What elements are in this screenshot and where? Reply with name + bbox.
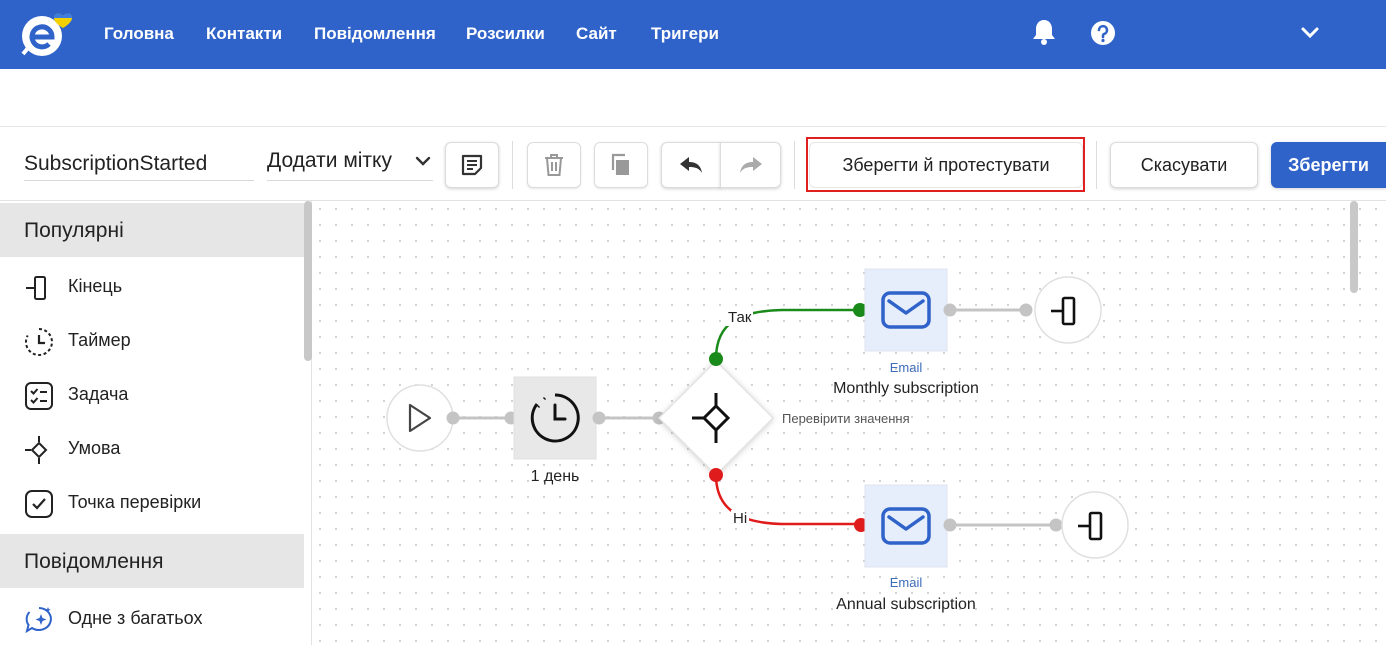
palette-item-label: Задача bbox=[68, 384, 129, 404]
nav-home[interactable]: Головна bbox=[104, 24, 174, 44]
notes-button[interactable] bbox=[445, 142, 499, 188]
email-node-monthly[interactable] bbox=[864, 268, 948, 352]
sidebar-scrollbar[interactable] bbox=[304, 201, 312, 361]
palette-item-condition[interactable]: Умова bbox=[0, 421, 304, 475]
no-branch-label: Ні bbox=[731, 510, 750, 527]
output-port[interactable] bbox=[446, 411, 460, 425]
email-node-label: Annual subscription bbox=[836, 596, 976, 613]
sparkle-chat-icon bbox=[25, 607, 52, 634]
top-navigation: Головна Контакти Повідомлення Розсилки С… bbox=[0, 0, 1386, 69]
help-icon[interactable] bbox=[1090, 20, 1116, 46]
nav-campaigns[interactable]: Розсилки bbox=[466, 24, 545, 44]
editor-toolbar: Додати мітку Зберегти й протестувати bbox=[0, 127, 1386, 201]
chevron-down-icon bbox=[415, 156, 431, 166]
timer-node[interactable] bbox=[513, 376, 597, 460]
delete-button[interactable] bbox=[527, 142, 581, 188]
save-and-test-button[interactable]: Зберегти й протестувати bbox=[809, 142, 1083, 188]
copy-icon bbox=[611, 153, 629, 175]
flow-name-input[interactable] bbox=[24, 147, 254, 181]
palette-item-task[interactable]: Задача bbox=[0, 367, 304, 421]
undo-icon bbox=[680, 157, 702, 173]
save-label: Зберегти bbox=[1288, 154, 1369, 175]
yes-port[interactable] bbox=[709, 352, 723, 366]
cancel-label: Скасувати bbox=[1140, 154, 1228, 175]
node-palette: Популярні Кінець Таймер Задача Умова Точ… bbox=[0, 201, 312, 645]
palette-item-label: Таймер bbox=[68, 330, 131, 350]
input-port[interactable] bbox=[1019, 303, 1033, 317]
output-port[interactable] bbox=[592, 411, 606, 425]
add-tag-dropdown[interactable]: Додати мітку bbox=[267, 147, 433, 181]
toolbar-divider bbox=[794, 141, 795, 189]
email-node-label: Monthly subscription bbox=[833, 380, 979, 397]
copy-button[interactable] bbox=[594, 142, 648, 188]
task-icon bbox=[25, 382, 53, 410]
canvas-scrollbar[interactable] bbox=[1350, 201, 1358, 293]
toolbar-divider bbox=[1096, 141, 1097, 189]
chevron-down-icon[interactable] bbox=[1300, 26, 1320, 40]
section-messages[interactable]: Повідомлення bbox=[0, 534, 304, 588]
timer-icon bbox=[24, 328, 53, 356]
output-port[interactable] bbox=[943, 303, 957, 317]
cancel-button[interactable]: Скасувати bbox=[1110, 142, 1258, 188]
nav-messages[interactable]: Повідомлення bbox=[314, 24, 436, 44]
email-type-label: Email bbox=[889, 575, 923, 590]
email-type-label: Email bbox=[889, 360, 923, 375]
condition-node[interactable] bbox=[657, 359, 775, 477]
palette-item-timer[interactable]: Таймер bbox=[0, 313, 304, 367]
save-and-test-label: Зберегти й протестувати bbox=[842, 154, 1050, 175]
palette-item-end[interactable]: Кінець bbox=[0, 259, 304, 313]
end-node-top[interactable] bbox=[1034, 276, 1102, 344]
undo-button[interactable] bbox=[661, 142, 721, 188]
note-icon bbox=[461, 154, 483, 176]
input-port[interactable] bbox=[1049, 518, 1063, 532]
toolbar-divider bbox=[512, 141, 513, 189]
nav-triggers[interactable]: Тригери bbox=[651, 24, 719, 44]
output-port[interactable] bbox=[943, 518, 957, 532]
nav-site[interactable]: Сайт bbox=[576, 24, 617, 44]
trash-icon bbox=[545, 154, 563, 176]
flow-canvas[interactable]: 1 день Так Ні Перевірити значення Email … bbox=[312, 201, 1386, 645]
palette-item-label: Одне з багатьох bbox=[68, 608, 203, 628]
nav-contacts[interactable]: Контакти bbox=[206, 24, 282, 44]
palette-item-one-of-many[interactable]: Одне з багатьох bbox=[0, 591, 304, 645]
esputnik-logo[interactable] bbox=[20, 10, 86, 60]
header-spacer bbox=[0, 69, 1386, 127]
condition-icon bbox=[25, 436, 48, 464]
redo-button[interactable] bbox=[720, 142, 781, 188]
section-popular[interactable]: Популярні bbox=[0, 203, 304, 257]
email-node-annual[interactable] bbox=[864, 484, 948, 568]
end-node-bottom[interactable] bbox=[1061, 491, 1129, 559]
redo-icon bbox=[739, 157, 762, 173]
palette-item-label: Умова bbox=[68, 438, 121, 458]
palette-item-label: Точка перевірки bbox=[68, 492, 202, 512]
start-node[interactable] bbox=[386, 384, 454, 452]
no-port[interactable] bbox=[709, 468, 723, 482]
save-button[interactable]: Зберегти bbox=[1271, 142, 1386, 188]
palette-item-label: Кінець bbox=[68, 276, 123, 296]
add-tag-label: Додати мітку bbox=[267, 149, 392, 172]
end-icon bbox=[26, 276, 46, 300]
bell-icon[interactable] bbox=[1031, 18, 1057, 46]
yes-branch-label: Так bbox=[726, 309, 754, 326]
palette-item-checkpoint[interactable]: Точка перевірки bbox=[0, 475, 304, 529]
timer-node-label: 1 день bbox=[530, 468, 580, 485]
checkpoint-icon bbox=[25, 490, 53, 518]
condition-node-label: Перевірити значення bbox=[782, 411, 910, 426]
